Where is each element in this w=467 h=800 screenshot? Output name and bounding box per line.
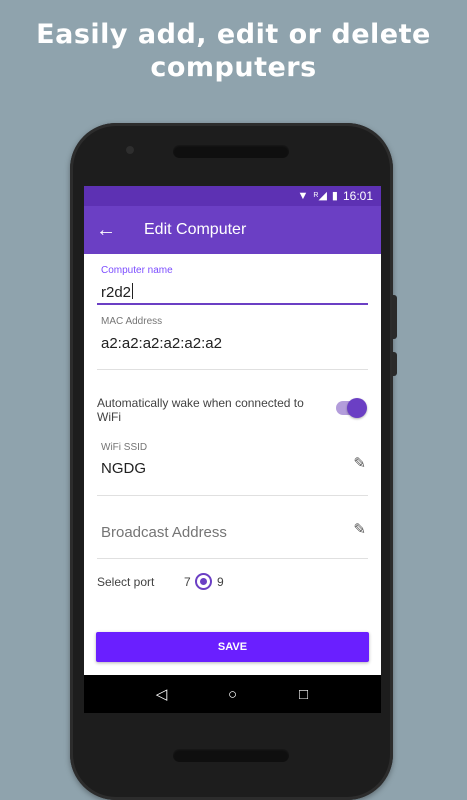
- wifi-ssid-label: WiFi SSID: [101, 442, 148, 453]
- front-camera: [126, 146, 134, 154]
- edit-computer-form: Computer name r2d2 MAC Address a2:a2:a2:…: [84, 254, 381, 675]
- toggle-knob: [347, 398, 367, 418]
- port-option-9[interactable]: 9: [217, 575, 224, 589]
- wifi-icon: ▼: [297, 190, 309, 202]
- nav-recents-icon[interactable]: □: [292, 686, 316, 703]
- android-nav-bar: ◁ ○ □: [84, 675, 381, 713]
- signal-icon: ◢: [318, 190, 327, 202]
- auto-wake-row: Automatically wake when connected to WiF…: [97, 394, 368, 428]
- mac-address-field[interactable]: MAC Address a2:a2:a2:a2:a2:a2: [97, 306, 368, 370]
- broadcast-address-field[interactable]: Broadcast Address ✎: [97, 497, 368, 559]
- power-button: [392, 295, 397, 339]
- mac-address-input[interactable]: a2:a2:a2:a2:a2:a2: [101, 335, 222, 352]
- headline-line-2: computers: [150, 52, 317, 83]
- port-option-7[interactable]: 7: [184, 575, 191, 589]
- auto-wake-toggle[interactable]: [336, 398, 367, 418]
- top-speaker: [173, 145, 289, 158]
- magic-wand-icon[interactable]: ✎: [353, 520, 366, 538]
- port-radio-button[interactable]: [195, 573, 212, 590]
- bottom-speaker: [173, 749, 289, 762]
- port-select-row: Select port 7 9: [97, 572, 368, 592]
- status-time: 16:01: [342, 189, 373, 203]
- mac-address-label: MAC Address: [101, 316, 163, 327]
- nav-home-icon[interactable]: ○: [221, 686, 245, 703]
- back-arrow-icon[interactable]: ←: [84, 219, 128, 242]
- text-cursor: [132, 283, 134, 299]
- status-bar: ▼ R ◢ ▮ 16:01: [84, 186, 381, 206]
- app-toolbar: ← Edit Computer: [84, 206, 381, 254]
- promo-headline: Easily add, edit or delete computers: [0, 18, 467, 84]
- magic-wand-icon[interactable]: ✎: [353, 454, 366, 472]
- nav-back-icon[interactable]: ◁: [150, 685, 174, 703]
- wifi-ssid-input[interactable]: NGDG: [101, 460, 146, 477]
- volume-button: [392, 352, 397, 376]
- computer-name-label: Computer name: [101, 265, 173, 276]
- wifi-ssid-field[interactable]: WiFi SSID NGDG ✎: [97, 438, 368, 496]
- phone-screen: ▼ R ◢ ▮ 16:01 ← Edit Computer Computer n…: [84, 186, 381, 713]
- battery-icon: ▮: [331, 190, 338, 202]
- port-label: Select port: [97, 575, 155, 589]
- auto-wake-label: Automatically wake when connected to WiF…: [97, 396, 304, 424]
- headline-line-1: Easily add, edit or delete: [36, 19, 431, 50]
- computer-name-field[interactable]: Computer name r2d2: [97, 254, 368, 305]
- save-button[interactable]: SAVE: [96, 632, 369, 662]
- toolbar-title: Edit Computer: [144, 221, 247, 238]
- radio-selected-dot: [200, 578, 207, 585]
- computer-name-input[interactable]: r2d2: [101, 283, 134, 301]
- broadcast-address-input[interactable]: Broadcast Address: [101, 524, 227, 541]
